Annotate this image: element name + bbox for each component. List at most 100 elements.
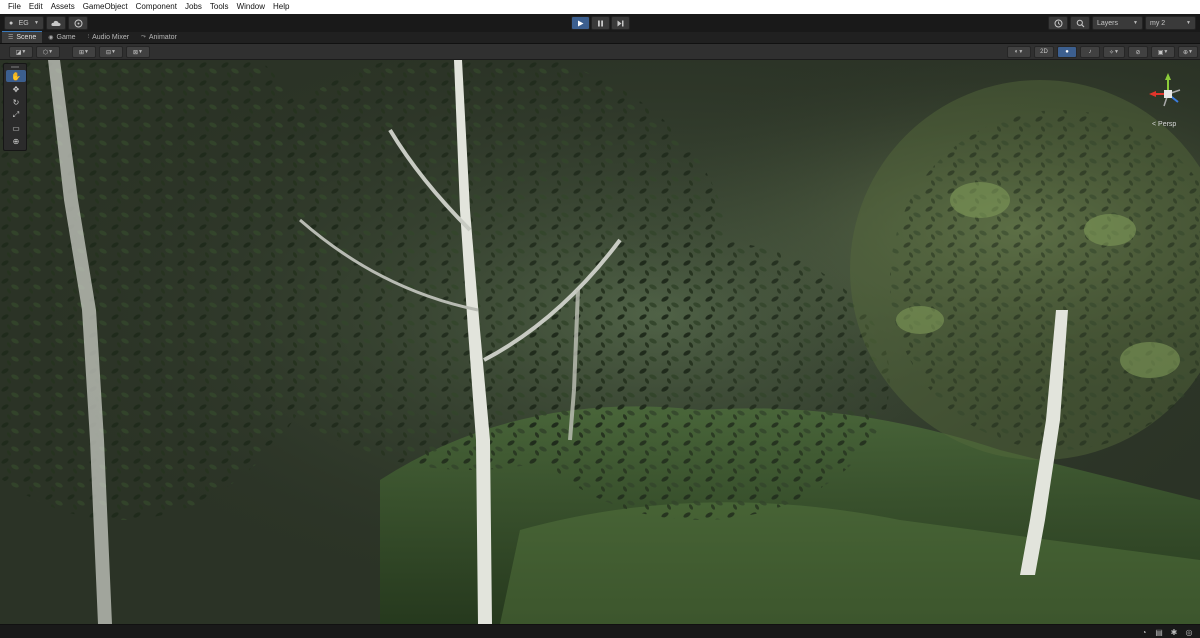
- scene-icon: ☰: [8, 35, 14, 41]
- chevron-down-icon: ▼: [1188, 49, 1193, 55]
- layers-dropdown[interactable]: Layers ▼: [1092, 16, 1143, 30]
- hand-tool-button[interactable]: ✋: [6, 70, 26, 82]
- chevron-down-icon: ▼: [84, 49, 89, 55]
- chevron-down-icon: ▼: [138, 49, 143, 55]
- tab-animator[interactable]: ⤳ Animator: [135, 31, 183, 43]
- orientation-gizmo[interactable]: [1148, 72, 1192, 120]
- tab-scene[interactable]: ☰ Scene: [2, 31, 43, 43]
- lightbulb-icon: ●: [1065, 49, 1069, 55]
- hand-icon: ✋: [11, 71, 21, 81]
- chevron-down-icon: ▼: [111, 49, 116, 55]
- scale-icon: ⤢: [12, 110, 20, 119]
- tab-game[interactable]: ◉ Game: [42, 31, 81, 43]
- menu-assets[interactable]: Assets: [47, 0, 79, 14]
- step-button[interactable]: [611, 16, 630, 30]
- menu-help[interactable]: Help: [269, 0, 293, 14]
- menu-gameobject[interactable]: GameObject: [79, 0, 132, 14]
- chevron-down-icon: ▼: [1018, 49, 1024, 55]
- overlay-drag-handle[interactable]: [11, 66, 19, 68]
- account-label: EG: [18, 19, 29, 27]
- menu-jobs[interactable]: Jobs: [181, 0, 206, 14]
- tab-animator-label: Animator: [148, 33, 177, 41]
- effects-dropdown[interactable]: ✧ ▼: [1103, 46, 1125, 58]
- progress-icon: ◔: [1141, 627, 1147, 637]
- undo-history-button[interactable]: [1048, 16, 1068, 30]
- account-icon: ●: [9, 19, 14, 27]
- menu-bar: File Edit Assets GameObject Component Jo…: [0, 0, 1200, 14]
- play-button[interactable]: [571, 16, 590, 30]
- layers-label: Layers: [1097, 19, 1119, 27]
- scene-view-toolbar: ◪ ▼ ⬡ ▼ ⊞ ▼ ⊟ ▼ ⊠ ▼ ◐ ▼ 2D ● ♪ ✧ ▼ ⊘ ▣ ▼ ⊕ ▼: [0, 44, 1200, 60]
- collab-button[interactable]: [68, 16, 88, 30]
- chevron-down-icon: ▼: [34, 20, 39, 26]
- grid-dropdown[interactable]: ⊞ ▼: [72, 46, 96, 58]
- tab-scene-label: Scene: [16, 34, 37, 41]
- chevron-down-icon: ▼: [1186, 20, 1191, 26]
- axis-gizmo-icon: [1149, 73, 1181, 107]
- chevron-down-icon: ▼: [21, 49, 27, 55]
- cache-icon[interactable]: ▤: [1154, 627, 1164, 637]
- move-tool-button[interactable]: ✥: [6, 83, 26, 95]
- play-icon: [578, 20, 584, 26]
- forest-scene-render: [0, 60, 1200, 624]
- toggle-audio-button[interactable]: ♪: [1080, 46, 1100, 58]
- transform-tool-button[interactable]: ⊕: [6, 135, 26, 147]
- rect-tool-button[interactable]: ▭: [6, 122, 26, 134]
- scene-viewport[interactable]: [0, 60, 1200, 624]
- audio-icon: ♪: [1088, 49, 1092, 55]
- toggle-2d-label: 2D: [1040, 49, 1048, 55]
- tab-game-label: Game: [56, 33, 76, 41]
- chevron-down-icon: ▼: [1114, 49, 1119, 55]
- menu-tools[interactable]: Tools: [206, 0, 233, 14]
- cloud-button[interactable]: [46, 16, 66, 30]
- tab-audio-mixer[interactable]: ⫶ Audio Mixer: [82, 31, 135, 43]
- gizmos-dropdown[interactable]: ⊕ ▼: [1178, 46, 1198, 58]
- pause-button[interactable]: [591, 16, 610, 30]
- transform-icon: ⊕: [12, 136, 20, 146]
- cloud-icon: [51, 20, 61, 26]
- collab-icon: [74, 19, 82, 27]
- increment-snap-dropdown[interactable]: ⊠ ▼: [126, 46, 150, 58]
- unity-editor-window: File Edit Assets GameObject Component Jo…: [0, 0, 1200, 638]
- search-button[interactable]: [1070, 16, 1090, 30]
- account-dropdown[interactable]: ● EG ▼: [4, 16, 44, 30]
- editor-tab-strip: ☰ Scene ◉ Game ⫶ Audio Mixer ⤳ Animator: [0, 31, 1200, 44]
- audio-mixer-icon: ⫶: [87, 33, 90, 40]
- chevron-down-icon: ▼: [1163, 49, 1169, 55]
- main-toolbar: ● EG ▼ Layers ▼ my 2 ▼: [0, 14, 1200, 32]
- debug-icon[interactable]: ✱: [1169, 627, 1179, 637]
- tab-audio-mixer-label: Audio Mixer: [92, 33, 130, 41]
- history-icon: [1054, 19, 1062, 27]
- search-icon: [1076, 19, 1084, 27]
- game-icon: ◉: [48, 34, 54, 41]
- transform-tools-overlay: ✋ ✥ ↻ ⤢ ▭ ⊕: [3, 63, 27, 151]
- camera-settings-dropdown[interactable]: ▣ ▼: [1151, 46, 1175, 58]
- chevron-down-icon: ▼: [48, 49, 54, 55]
- projection-toggle[interactable]: < Persp: [1152, 121, 1176, 128]
- scale-tool-button[interactable]: ⤢: [6, 109, 26, 121]
- draw-mode-dropdown[interactable]: ◪ ▼: [9, 46, 33, 58]
- menu-file[interactable]: File: [4, 0, 25, 14]
- chevron-down-icon: ▼: [1133, 20, 1138, 26]
- eye-slash-icon: ⊘: [1135, 49, 1141, 56]
- layout-dropdown[interactable]: my 2 ▼: [1145, 16, 1196, 30]
- scene-visibility-button[interactable]: ⊘: [1128, 46, 1148, 58]
- pause-icon: [598, 20, 603, 26]
- rotate-icon: ↻: [12, 97, 20, 107]
- animator-icon: ⤳: [141, 33, 146, 40]
- menu-window[interactable]: Window: [233, 0, 269, 14]
- shading-mode-dropdown[interactable]: ◐ ▼: [1007, 46, 1031, 58]
- snap-dropdown[interactable]: ⊟ ▼: [99, 46, 123, 58]
- status-bar: ◔ ▤ ✱ ◎: [0, 624, 1200, 638]
- menu-edit[interactable]: Edit: [25, 0, 47, 14]
- step-icon: [617, 20, 624, 26]
- toggle-lighting-button[interactable]: ●: [1057, 46, 1077, 58]
- menu-component[interactable]: Component: [132, 0, 181, 14]
- render-mode-dropdown[interactable]: ⬡ ▼: [36, 46, 60, 58]
- rect-icon: ▭: [12, 123, 20, 133]
- layout-label: my 2: [1150, 19, 1166, 27]
- notifications-icon[interactable]: ◎: [1184, 627, 1194, 637]
- toggle-2d-button[interactable]: 2D: [1034, 46, 1054, 58]
- rotate-tool-button[interactable]: ↻: [6, 96, 26, 108]
- move-icon: ✥: [12, 84, 20, 94]
